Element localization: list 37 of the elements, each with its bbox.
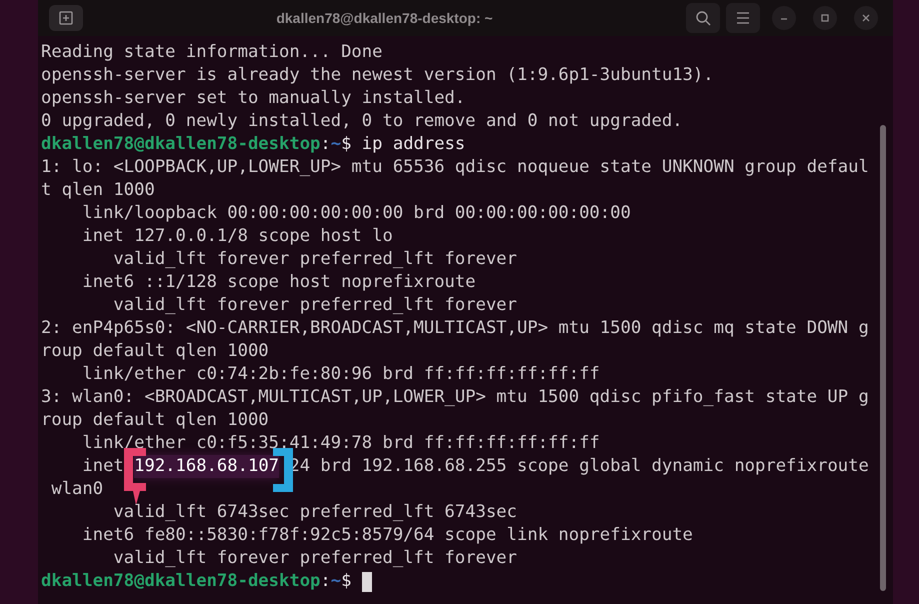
terminal-text: Reading state information... Done (41, 41, 382, 64)
terminal-text: valid_lft forever preferred_lft forever (112, 294, 517, 317)
close-icon (861, 13, 871, 23)
terminal-text: roup default qlen 1000 (41, 409, 269, 432)
maximize-icon (820, 13, 830, 23)
new-tab-icon (59, 11, 73, 25)
terminal-text: openssh-server is already the newest version (1:9.6p1-3ubuntu13). (41, 64, 714, 87)
prompt-line: dkallen78@dkallen78-desktop:~$ (41, 570, 352, 593)
window-title: dkallen78@dkallen78-desktop: ~ (275, 8, 494, 28)
terminal-text: inet6 ::1/128 scope host noprefixroute (81, 271, 476, 294)
terminal-text: 3: wlan0: <BROADCAST,MULTICAST,UP,LOWER_UP> mtu 1500 qdisc pfifo_fast state UP g (41, 386, 869, 409)
terminal-text: openssh-server set to manually installed. (41, 87, 466, 110)
terminal-text: link/ether c0:f5:35:41:49:78 brd ff:ff:ff:ff:ff:ff (81, 432, 600, 455)
terminal-text: inet 127.0.0.1/8 scope host lo (81, 225, 393, 248)
scrollbar[interactable] (880, 125, 886, 591)
terminal-text: 1: lo: <LOOPBACK,UP,LOWER_UP> mtu 65536 qdisc noqueue state UNKNOWN group defaul (41, 156, 869, 179)
close-button[interactable] (854, 6, 878, 30)
maximize-button[interactable] (813, 6, 837, 30)
terminal-text: valid_lft forever preferred_lft forever (112, 248, 517, 271)
prompt-line: dkallen78@dkallen78-desktop:~$ ip address (41, 133, 466, 156)
terminal-text: inet (81, 455, 124, 478)
new-tab-button[interactable] (49, 5, 83, 31)
terminal-text: valid_lft 6743sec preferred_lft 6743sec (112, 501, 517, 524)
terminal-text: link/loopback 00:00:00:00:00:00 brd 00:00:00:00:00:00 (81, 202, 631, 225)
terminal-text: valid_lft forever preferred_lft forever (112, 547, 517, 570)
menu-icon (736, 12, 750, 24)
search-icon (695, 10, 711, 26)
terminal-text: 2: enP4p65s0: <NO-CARRIER,BROADCAST,MULTICAST,UP> mtu 1500 qdisc mq state DOWN g (41, 317, 869, 340)
highlighted-ip-address: 192.168.68.107 (134, 455, 280, 478)
search-button[interactable] (686, 3, 720, 33)
terminal-text: inet6 fe80::5830:f78f:92c5:8579/64 scope link noprefixroute (81, 524, 693, 547)
menu-button[interactable] (726, 3, 760, 33)
terminal-text: roup default qlen 1000 (41, 340, 269, 363)
terminal-text: link/ether c0:74:2b:fe:80:96 brd ff:ff:ff:ff:ff:ff (81, 363, 600, 386)
terminal-text: 0 upgraded, 0 newly installed, 0 to remove and 0 not upgraded. (41, 110, 683, 133)
terminal-text: t qlen 1000 (41, 179, 155, 202)
terminal-text: wlan0 (50, 478, 104, 501)
